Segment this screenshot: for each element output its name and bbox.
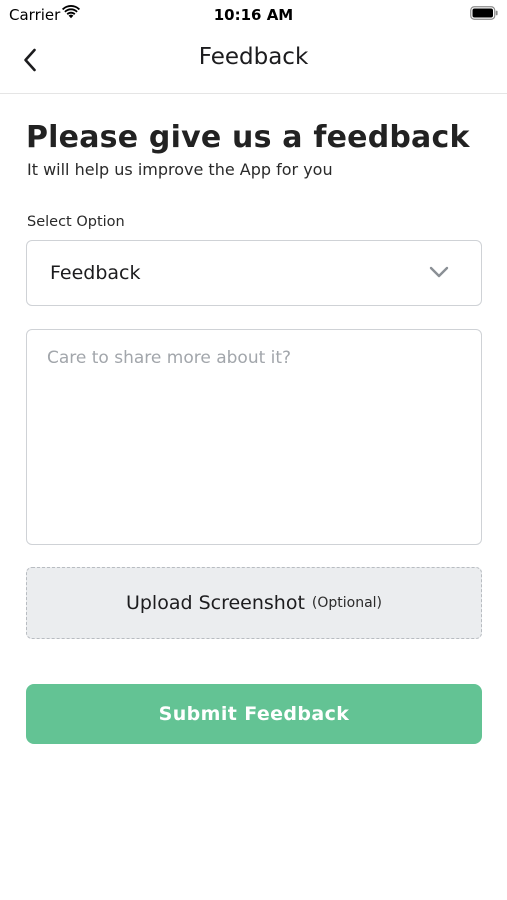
upload-optional-label: (Optional) bbox=[311, 595, 383, 611]
submit-feedback-button[interactable]: Submit Feedback bbox=[26, 684, 482, 744]
upload-screenshot-button[interactable]: Upload Screenshot (Optional) bbox=[26, 567, 482, 639]
option-dropdown[interactable]: Feedback bbox=[26, 240, 482, 306]
chevron-down-icon bbox=[429, 266, 449, 278]
form-subheading: It will help us improve the App for you bbox=[27, 160, 333, 179]
form-heading: Please give us a feedback bbox=[26, 120, 470, 155]
dropdown-selected-value: Feedback bbox=[50, 262, 141, 284]
feedback-textarea[interactable] bbox=[26, 329, 482, 545]
navigation-bar: Feedback bbox=[0, 30, 507, 94]
status-time: 10:16 AM bbox=[213, 6, 294, 24]
page-title: Feedback bbox=[198, 44, 309, 70]
select-option-label: Select Option bbox=[27, 214, 125, 230]
upload-screenshot-label: Upload Screenshot bbox=[125, 592, 305, 614]
status-bar: Carrier 10:16 AM bbox=[0, 0, 507, 30]
battery-full-icon bbox=[470, 6, 498, 20]
